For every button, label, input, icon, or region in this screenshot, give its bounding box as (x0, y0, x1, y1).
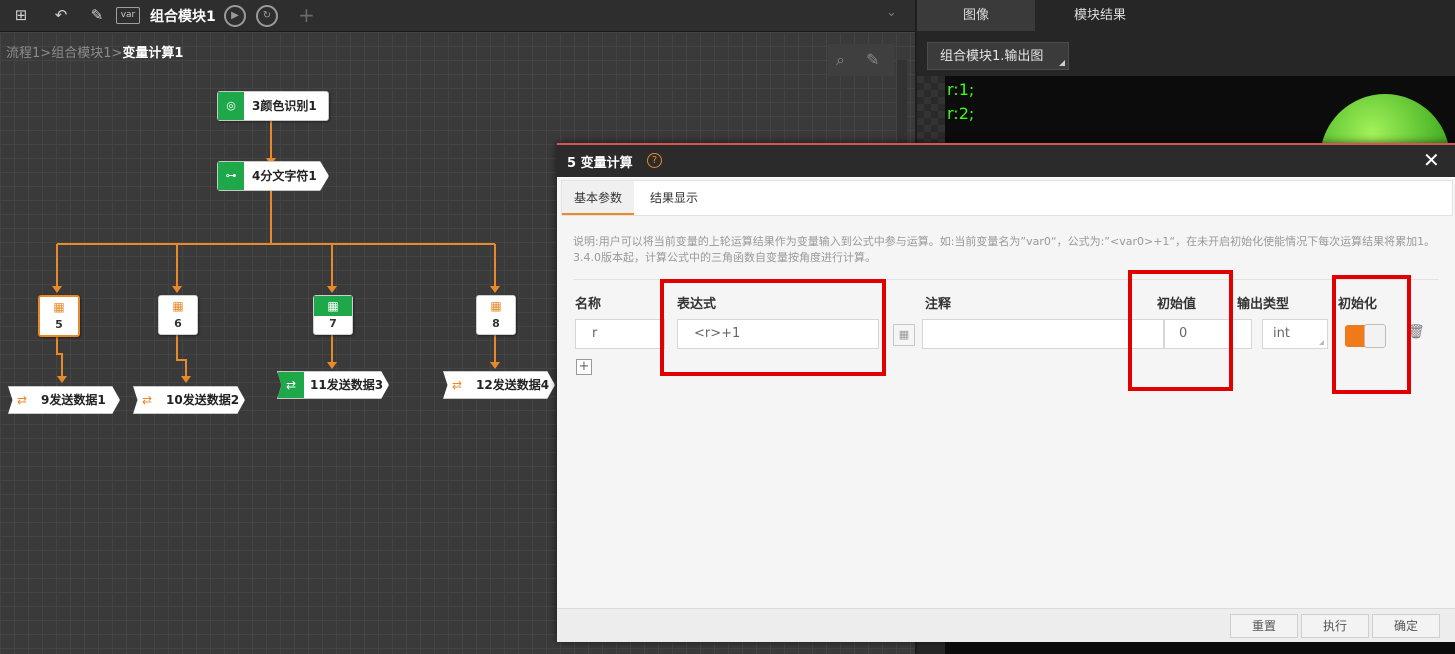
node-send-data-4[interactable]: ⇄ 12发送数据4 (443, 371, 555, 399)
tab-module-results[interactable]: 模块结果 (1035, 0, 1165, 31)
calculator-icon: ▦ (53, 300, 65, 314)
description-text: 说明:用户可以将当前变量的上轮运算结果作为变量输入到公式中参与运算。如:当前变量… (573, 235, 1436, 264)
highlight-initial-value (1128, 270, 1233, 391)
node-calc-6[interactable]: ▦ 6 (158, 295, 198, 335)
module-tab-title[interactable]: 组合模块1 (150, 6, 216, 26)
add-tab-icon[interactable]: + (298, 3, 315, 27)
calculator-icon: ▦ (490, 299, 502, 313)
image-ruler (917, 76, 945, 146)
node-label: 11发送数据3 (310, 378, 384, 392)
node-label: 9发送数据1 (41, 393, 106, 407)
node-send-data-3[interactable]: ⇄ 11发送数据3 (277, 371, 389, 399)
search-icon[interactable]: ⌕ (836, 50, 845, 70)
add-row-button[interactable]: + (576, 359, 592, 375)
node-label: 10发送数据2 (166, 393, 240, 407)
send-data-icon: ⇄ (452, 378, 463, 392)
split-string-icon: ⊶ (218, 162, 244, 190)
help-icon[interactable]: ? (647, 153, 662, 168)
image-viewer[interactable]: r:1; r:2; (945, 76, 1455, 146)
flow-toolbar: ⊞ ↶ ✎ var 组合模块1 ▶ ↻ + ⌄ (0, 0, 915, 32)
send-data-icon: ⇄ (142, 393, 153, 407)
run-loop-icon[interactable]: ↻ (256, 5, 278, 27)
run-once-icon[interactable]: ▶ (224, 5, 246, 27)
send-data-icon: ⇄ (17, 393, 28, 407)
dialog-title: 5 变量计算 (567, 156, 633, 171)
canvas-tools: ⌕ ✎ (828, 44, 894, 76)
col-comment: 注释 (925, 297, 952, 312)
green-ball-image (1320, 94, 1450, 146)
highlight-expression (660, 279, 886, 376)
node-color-recognition[interactable]: ◎ 3颜色识别1 (217, 91, 329, 121)
calculator-icon: ▦ (314, 296, 352, 316)
tab-image[interactable]: 图像 (917, 0, 1035, 31)
node-split-string[interactable]: ⊶ 4分文字符1 (217, 161, 329, 191)
node-label: 3颜色识别1 (252, 99, 317, 113)
dialog-footer: 重置 执行 确定 (557, 608, 1455, 642)
node-send-data-2[interactable]: ⇄ 10发送数据2 (133, 386, 245, 414)
tab-result-display[interactable]: 结果显示 (650, 181, 698, 215)
reset-button[interactable]: 重置 (1230, 614, 1298, 638)
send-data-icon: ⇄ (278, 372, 304, 398)
variable-calc-dialog: 5 变量计算 ? ✕ 基本参数 结果显示 说明:用户可以将当前变量的上轮运算结果… (557, 143, 1455, 642)
highlight-initialize (1332, 275, 1411, 394)
tab-basic-params[interactable]: 基本参数 (562, 181, 634, 215)
node-calc-8[interactable]: ▦ 8 (476, 295, 516, 335)
variable-name-field[interactable]: r (575, 319, 665, 349)
output-type-select[interactable]: int (1262, 319, 1328, 349)
col-name: 名称 (575, 297, 602, 312)
node-number: 7 (329, 317, 337, 330)
chevron-down-icon[interactable]: ⌄ (886, 5, 897, 20)
node-calc-5[interactable]: ▦ 5 (38, 295, 80, 337)
color-recognition-icon: ◎ (218, 92, 244, 120)
calculator-icon: ▦ (172, 299, 184, 313)
close-icon[interactable]: ✕ (1423, 148, 1440, 172)
undo-icon[interactable]: ↶ (50, 4, 72, 26)
col-output-type: 输出类型 (1237, 297, 1290, 312)
execute-button[interactable]: 执行 (1301, 614, 1369, 638)
node-number: 8 (492, 317, 500, 330)
dialog-titlebar[interactable]: 5 变量计算 ? ✕ (557, 145, 1455, 177)
wrench-icon[interactable]: ✎ (86, 4, 108, 26)
pencil-icon[interactable]: ✎ (866, 50, 879, 69)
node-number: 6 (174, 317, 182, 330)
node-label: 12发送数据4 (476, 378, 550, 392)
dialog-body: 基本参数 结果显示 说明:用户可以将当前变量的上轮运算结果作为变量输入到公式中参… (557, 178, 1455, 608)
variable-button[interactable]: var (116, 7, 140, 24)
confirm-button[interactable]: 确定 (1372, 614, 1440, 638)
node-number: 5 (55, 318, 63, 331)
dialog-tabs: 基本参数 结果显示 (561, 180, 1453, 216)
process-tree-icon[interactable]: ⊞ (10, 4, 32, 26)
node-calc-7[interactable]: ▦ 7 (313, 295, 353, 335)
node-label: 4分文字符1 (252, 169, 317, 183)
node-send-data-1[interactable]: ⇄ 9发送数据1 (8, 386, 120, 414)
image-source-select[interactable]: 组合模块1.输出图 (927, 42, 1069, 70)
formula-editor-icon[interactable]: ▦ (893, 324, 915, 346)
